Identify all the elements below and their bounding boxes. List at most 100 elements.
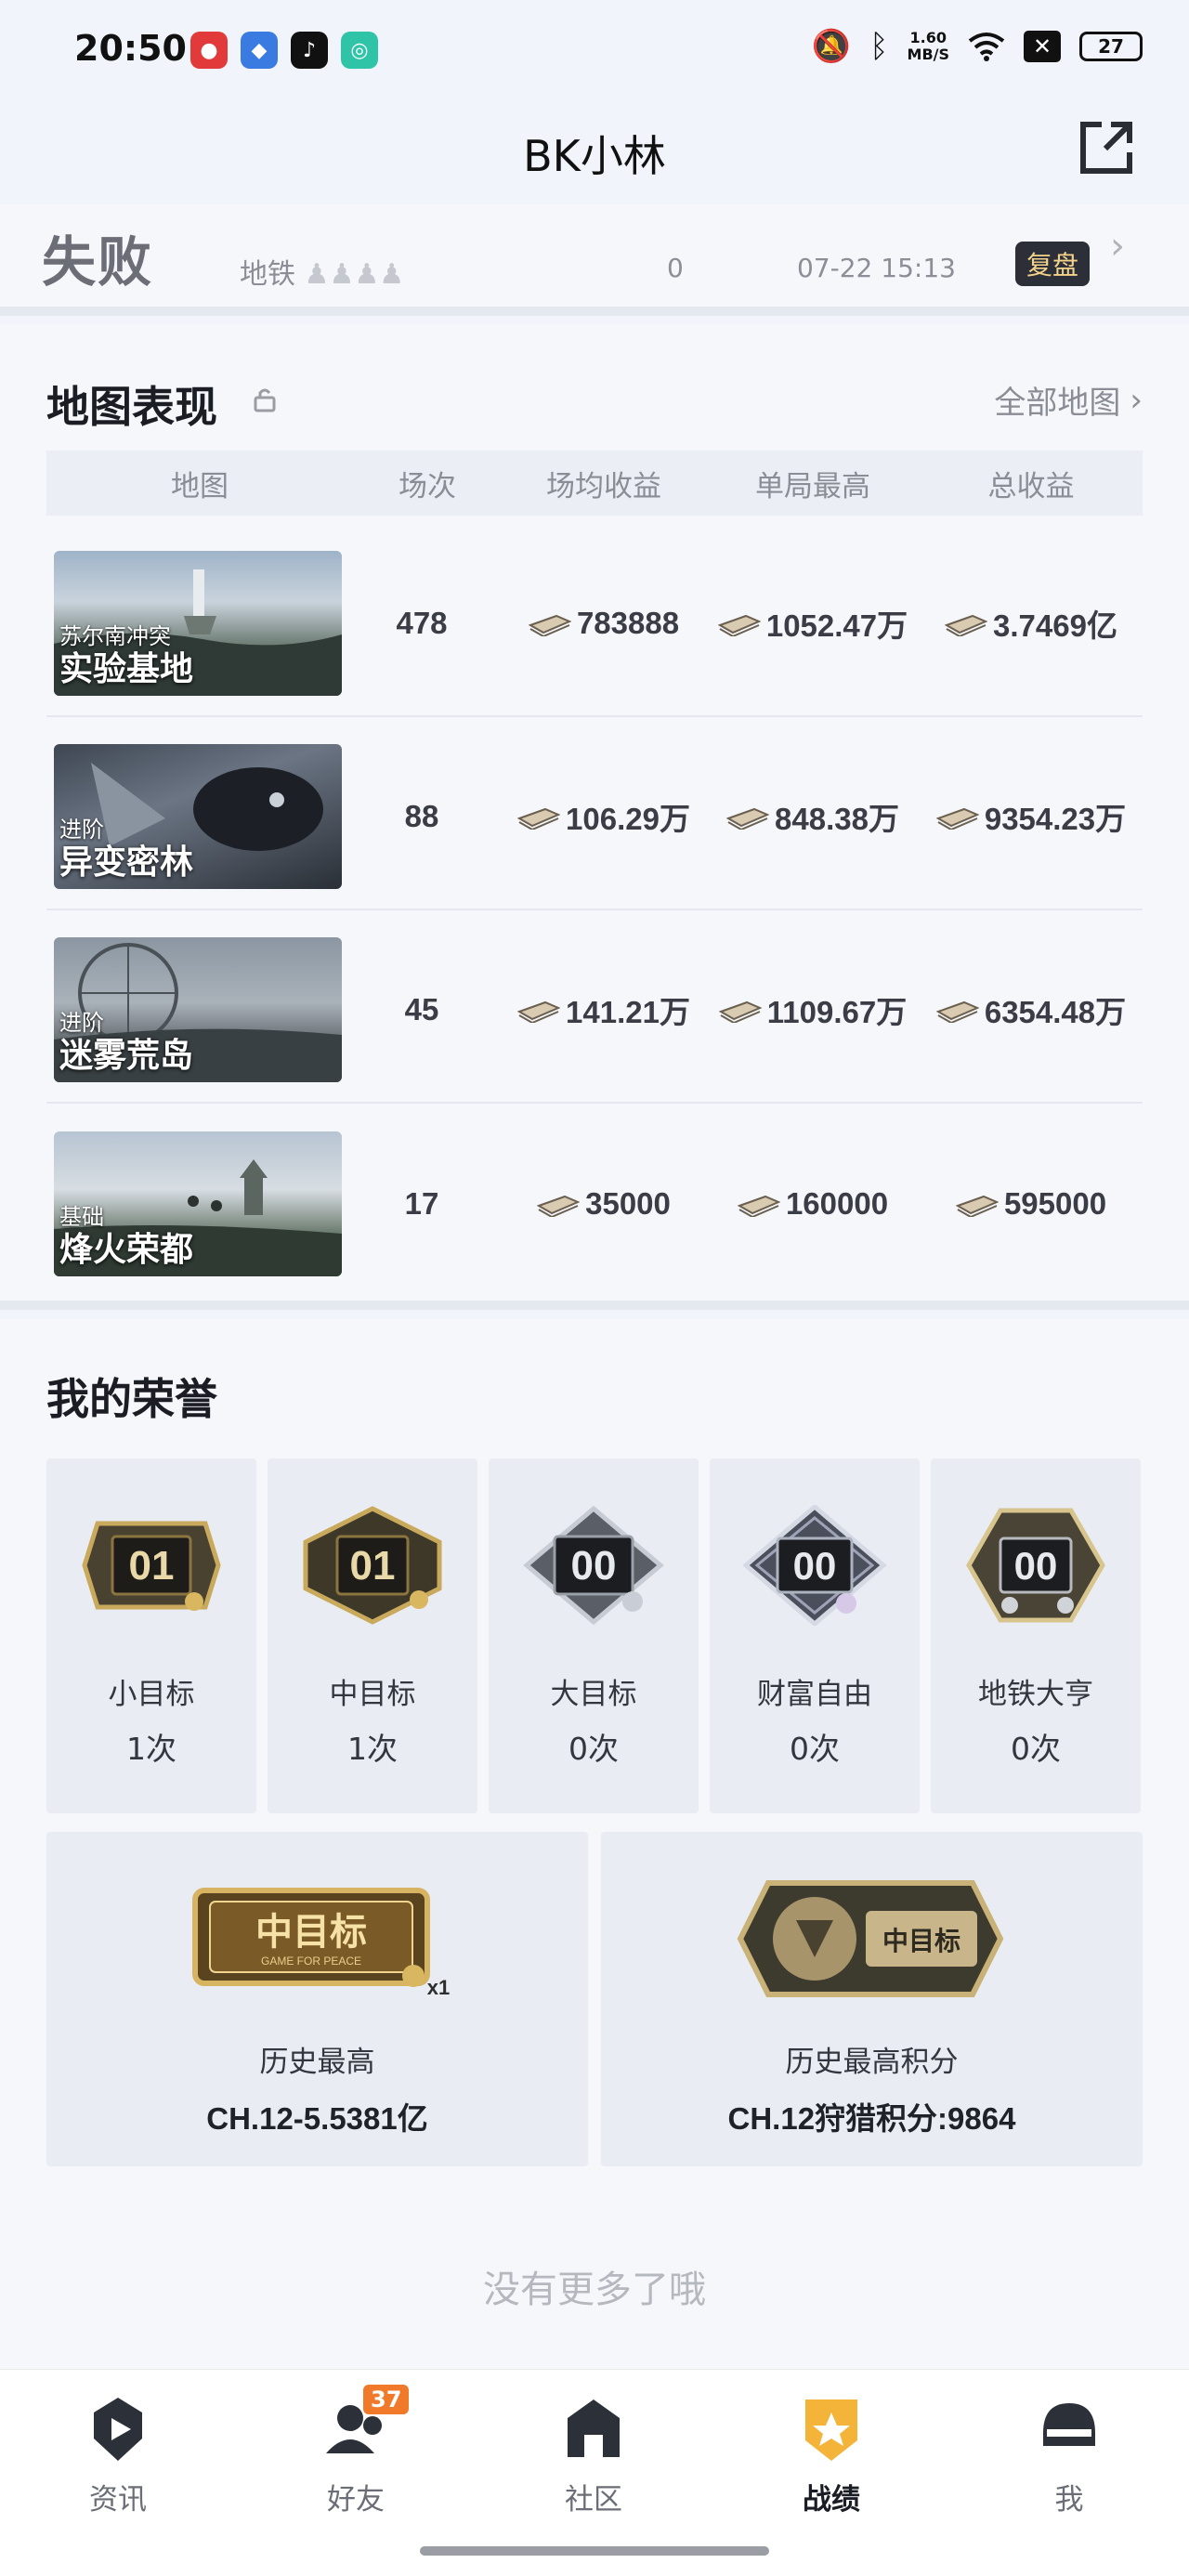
metro-tycoon-badge-icon: 00 (966, 1508, 1105, 1623)
history-best-grid: 中目标 GAME FOR PEACE x1 历史最高 CH.12-5.5381亿… (46, 1832, 1143, 2166)
table-row[interactable]: 苏尔南冲突 实验基地 478 783888 1052.47万 3.7469亿 (46, 531, 1143, 717)
table-header: 地图 场次 场均收益 单局最高 总收益 (46, 451, 1143, 516)
svg-text:01: 01 (350, 1543, 396, 1589)
tiktok-icon: ♪ (291, 32, 328, 69)
profile-icon (1043, 2403, 1095, 2446)
map-name: 实验基地 (59, 650, 194, 688)
cash-icon (517, 807, 561, 830)
map-name: 异变密林 (59, 843, 194, 882)
bluetooth-icon: ᛒ (869, 28, 889, 65)
total-earnings: 9354.23万 (920, 794, 1143, 839)
small-goal-badge-icon: 01 (82, 1521, 221, 1611)
honor-card[interactable]: 00 大目标 0次 (489, 1458, 699, 1813)
nav-label: 战绩 (803, 2483, 860, 2517)
honor-count: 0次 (790, 1731, 840, 1767)
map-name: 迷雾荒岛 (59, 1037, 194, 1075)
honor-card[interactable]: 01 小目标 1次 (46, 1458, 256, 1813)
svg-text:中目标: 中目标 (255, 1911, 367, 1954)
best-earnings: 848.38万 (706, 794, 920, 839)
best-earnings: 1052.47万 (706, 601, 920, 646)
nav-label: 社区 (565, 2483, 622, 2517)
battery-indicator: 27 (1079, 32, 1143, 61)
system-icons: 🔕 ᛒ 1.60 MB/S ✕ 27 (812, 28, 1143, 65)
match-count: 45 (404, 992, 439, 1026)
history-best-card[interactable]: 中目标 GAME FOR PEACE x1 历史最高 CH.12-5.5381亿 (46, 1832, 588, 2166)
history-best-label: 历史最高 (259, 2046, 375, 2079)
svg-text:中目标: 中目标 (882, 1926, 960, 1956)
all-maps-label: 全部地图 (994, 385, 1121, 422)
honor-label: 小目标 (108, 1678, 195, 1711)
nav-tab-me[interactable]: 我 (995, 2392, 1143, 2517)
svg-text:00: 00 (571, 1543, 617, 1589)
total-earnings: 3.7469亿 (920, 601, 1143, 646)
previous-record-row[interactable]: 失败 地铁 ♟♟♟♟ 0 07-22 15:13 复盘 › (0, 204, 1189, 316)
honor-label: 地铁大亨 (978, 1678, 1093, 1711)
avg-earnings: 141.21万 (502, 987, 706, 1032)
wifi-icon (968, 33, 1005, 61)
cash-icon (528, 614, 571, 636)
map-thumbnail: 苏尔南冲突 实验基地 (54, 551, 342, 696)
best-earnings: 1109.67万 (706, 987, 920, 1032)
avg-earnings: 35000 (502, 1186, 706, 1222)
medium-goal-plaque-icon: 中目标 GAME FOR PEACE x1 (192, 1888, 450, 1999)
section-title: 地图表现 (46, 382, 217, 432)
all-maps-link[interactable]: 全部地图 › (994, 377, 1143, 423)
svg-text:00: 00 (1014, 1544, 1058, 1588)
honor-count: 0次 (568, 1731, 619, 1767)
big-goal-badge-icon: 00 (523, 1505, 664, 1626)
nav-tab-records[interactable]: 战绩 (757, 2392, 906, 2517)
status-bar: 20:50 ● ◆ ♪ ◎ 🔕 ᛒ 1.60 MB/S ✕ 27 (0, 0, 1189, 102)
network-speed: 1.60 MB/S (908, 30, 949, 63)
chat-app-icon: ◎ (341, 32, 378, 69)
record-value: 0 (667, 253, 684, 283)
honor-card[interactable]: 00 财富自由 0次 (710, 1458, 920, 1813)
nav-tab-friends[interactable]: 37 好友 (281, 2385, 430, 2517)
honor-card[interactable]: 00 地铁大亨 0次 (931, 1458, 1141, 1813)
medium-goal-badge-icon: 01 (303, 1506, 442, 1625)
column-header: 场次 (399, 469, 456, 503)
cash-icon (935, 1000, 979, 1023)
home-indicator[interactable] (420, 2546, 769, 2556)
avg-earnings: 783888 (502, 606, 706, 641)
table-row[interactable]: 基础 烽火荣都 17 35000 160000 595000 (46, 1111, 1143, 1297)
record-result: 失败 (42, 230, 154, 294)
hunting-score-plaque-icon: 中目标 (737, 1880, 1004, 1997)
honor-count: 0次 (1011, 1731, 1061, 1767)
map-performance-section: 地图表现 全部地图 › 地图 场次 场均收益 单局最高 总收益 苏尔南冲突 实验… (0, 325, 1189, 1310)
nav-tab-community[interactable]: 社区 (519, 2392, 668, 2517)
match-count: 88 (404, 799, 439, 833)
history-best-card[interactable]: 中目标 历史最高积分 CH.12狩猎积分:9864 (601, 1832, 1143, 2166)
news-icon (94, 2398, 142, 2461)
history-best-value: CH.12-5.5381亿 (206, 2101, 428, 2136)
section-title: 我的荣誉 (46, 1374, 217, 1424)
record-time: 07-22 15:13 (797, 253, 956, 283)
bottom-navigation: 资讯 37 好友 社区 战绩 我 (0, 2369, 1189, 2576)
honor-count: 1次 (126, 1731, 176, 1767)
svg-text:x1: x1 (427, 1976, 450, 1999)
table-row[interactable]: 进阶 异变密林 88 106.29万 848.38万 9354.23万 (46, 725, 1143, 910)
honor-card[interactable]: 01 中目标 1次 (268, 1458, 477, 1813)
map-name: 烽火荣都 (59, 1231, 194, 1269)
page-title: BK小林 (523, 131, 666, 181)
share-icon[interactable] (1074, 115, 1139, 180)
replay-button[interactable]: 复盘 (1015, 242, 1090, 286)
cash-icon (945, 614, 988, 636)
history-best-value: CH.12狩猎积分:9864 (727, 2101, 1016, 2136)
column-header: 地图 (171, 469, 229, 503)
cash-icon (737, 1195, 780, 1217)
cash-icon (517, 1000, 561, 1023)
sim-off-icon: ✕ (1024, 31, 1061, 62)
chevron-right-icon: › (1130, 381, 1143, 419)
column-header: 单局最高 (755, 469, 870, 503)
nav-tab-news[interactable]: 资讯 (44, 2392, 192, 2517)
table-row[interactable]: 进阶 迷雾荒岛 45 141.21万 1109.67万 6354.48万 (46, 918, 1143, 1104)
column-header: 总收益 (987, 469, 1075, 503)
map-thumbnail: 进阶 迷雾荒岛 (54, 937, 342, 1082)
cash-icon (537, 1195, 581, 1217)
honor-label: 财富自由 (757, 1678, 872, 1711)
cash-icon (935, 807, 979, 830)
nav-label: 好友 (327, 2483, 385, 2517)
cash-icon (726, 807, 770, 830)
match-count: 17 (404, 1186, 439, 1221)
cash-icon (955, 1195, 999, 1217)
